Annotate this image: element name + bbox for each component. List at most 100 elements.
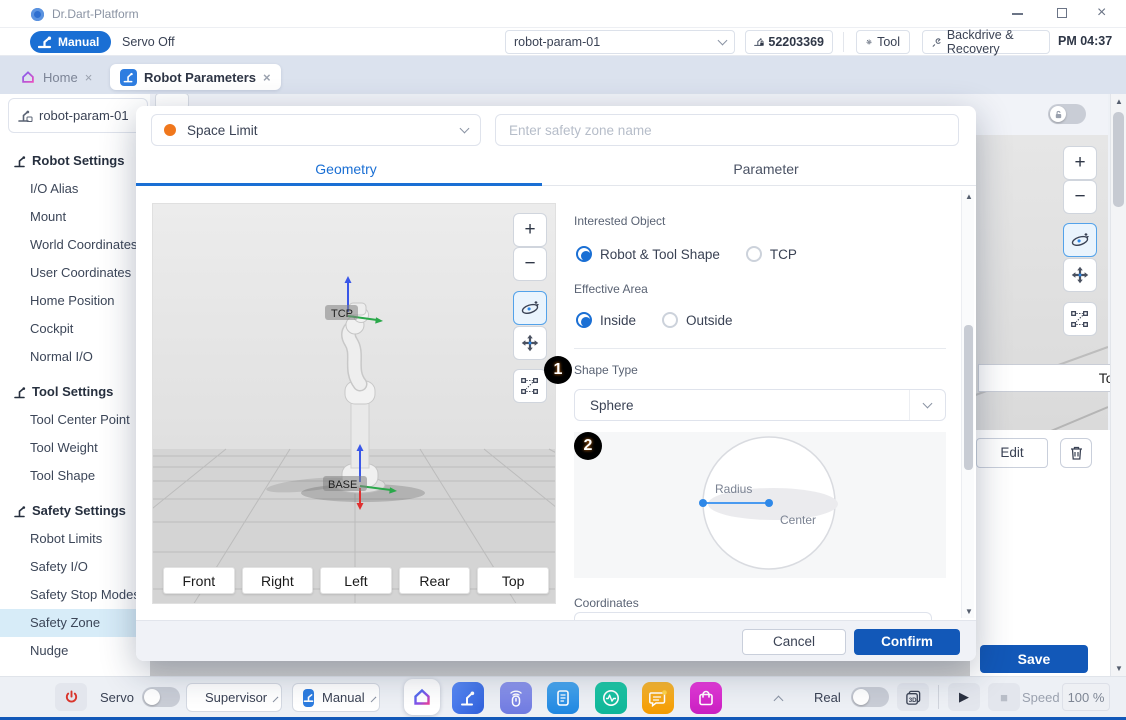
save-button[interactable]: Save	[980, 645, 1088, 673]
tab-parameter[interactable]: Parameter	[556, 154, 976, 184]
dock-divider	[938, 685, 939, 709]
dock-app-task-document[interactable]	[547, 682, 579, 714]
dock-app-message[interactable]	[642, 682, 674, 714]
radio-inside-label: Inside	[600, 313, 636, 328]
tab-robot-parameters-label: Robot Parameters	[144, 70, 256, 85]
operation-mode-select[interactable]: Manual	[292, 683, 380, 712]
sidebar-item-mount[interactable]: Mount	[0, 203, 150, 231]
sidebar-item-normal-io[interactable]: Normal I/O	[0, 343, 150, 371]
sidebar-menu: Robot Settings I/O Alias Mount World Coo…	[0, 140, 150, 665]
zone-name-input[interactable]	[495, 114, 959, 146]
zone-3d-viewport[interactable]: TCP BASE + − Front Right Left Rear To	[152, 203, 556, 604]
scroll-down-icon[interactable]: ▼	[1115, 664, 1123, 673]
delete-button[interactable]	[1060, 438, 1092, 468]
view-left-button[interactable]: Left	[320, 567, 392, 594]
viewer-measure-tool-button[interactable]	[513, 369, 547, 403]
bg-measure-tool-button[interactable]	[1063, 302, 1097, 336]
settings-lock-toggle[interactable]	[1048, 104, 1086, 124]
viewer-zoom-out-button[interactable]: −	[513, 247, 547, 281]
scroll-up-icon[interactable]: ▲	[1115, 97, 1123, 106]
radio-inside[interactable]	[576, 312, 592, 328]
dock-collapse-icon[interactable]	[774, 696, 784, 706]
servo-toggle-knob	[144, 689, 160, 705]
sidebar-item-robot-limits[interactable]: Robot Limits	[0, 525, 150, 553]
dock-app-store[interactable]	[690, 682, 722, 714]
window-maximize-button[interactable]	[1057, 8, 1067, 18]
sidebar-item-world-coordinates[interactable]: World Coordinates	[0, 231, 150, 259]
tool-button[interactable]: Tool	[856, 30, 910, 54]
scroll-up-icon[interactable]: ▲	[965, 192, 973, 201]
real-mode-toggle[interactable]	[851, 687, 889, 707]
stop-button[interactable]: ■	[988, 683, 1020, 711]
sidebar-item-user-coordinates[interactable]: User Coordinates	[0, 259, 150, 287]
play-button[interactable]: ▶	[948, 683, 980, 711]
radio-tcp[interactable]	[746, 246, 762, 262]
tab-geometry[interactable]: Geometry	[136, 154, 556, 184]
power-button[interactable]	[55, 683, 87, 711]
window-close-button[interactable]	[1097, 4, 1106, 22]
coordinates-label: Coordinates	[574, 596, 639, 610]
center-label: Center	[780, 513, 816, 527]
dock-app-robot-settings[interactable]	[452, 682, 484, 714]
shape-type-select[interactable]: Sphere	[574, 389, 946, 421]
viewer-zoom-in-button[interactable]: +	[513, 213, 547, 247]
bg-zoom-out-button[interactable]: −	[1063, 180, 1097, 214]
backdrive-recovery-button[interactable]: Backdrive & Recovery	[922, 30, 1050, 54]
sidebar-param-header[interactable]: robot-param-01	[8, 98, 148, 133]
sidebar-item-tool-shape[interactable]: Tool Shape	[0, 462, 150, 490]
servo-toggle[interactable]	[142, 687, 180, 707]
3d-stack-icon: 3D	[905, 689, 922, 706]
viewer-pan-tool-button[interactable]	[513, 326, 547, 360]
view-front-button[interactable]: Front	[163, 567, 235, 594]
sidebar-item-tool-weight[interactable]: Tool Weight	[0, 434, 150, 462]
sidebar-item-home-position[interactable]: Home Position	[0, 287, 150, 315]
confirm-button[interactable]: Confirm	[854, 629, 960, 655]
radio-robot-tool-shape[interactable]	[576, 246, 592, 262]
dock-app-remote-control[interactable]	[500, 682, 532, 714]
dialog-scrollbar[interactable]: ▲ ▼	[961, 190, 974, 618]
tab-robot-parameters-close-icon[interactable]	[263, 70, 271, 85]
edit-button[interactable]: Edit	[976, 438, 1048, 468]
cancel-button[interactable]: Cancel	[742, 629, 846, 655]
robot-arm-icon	[38, 36, 53, 49]
bg-view-top-button[interactable]: Top	[978, 364, 1126, 392]
robot-serial-badge: 52203369	[745, 30, 833, 54]
app-scrollbar-thumb[interactable]	[1113, 112, 1124, 207]
sidebar-item-tool-center-point[interactable]: Tool Center Point	[0, 406, 150, 434]
viewer-rotate-tool-button[interactable]	[513, 291, 547, 325]
servo-label: Servo	[100, 690, 134, 705]
manual-mode-button[interactable]: Manual	[30, 31, 111, 53]
robot-param-select[interactable]: robot-param-01	[505, 30, 735, 54]
speed-value[interactable]: 100 %	[1062, 683, 1110, 711]
bg-rotate-tool-button[interactable]	[1063, 223, 1097, 257]
section-title: Tool Settings	[32, 378, 113, 406]
zone-type-value: Space Limit	[187, 123, 450, 138]
sidebar-item-safety-io[interactable]: Safety I/O	[0, 553, 150, 581]
sidebar-item-cockpit[interactable]: Cockpit	[0, 315, 150, 343]
robot-arm-app-icon	[459, 690, 477, 707]
simulator-3d-button[interactable]: 3D	[897, 683, 929, 711]
sidebar-item-io-alias[interactable]: I/O Alias	[0, 175, 150, 203]
annotation-badge-2: 2	[574, 432, 602, 460]
tab-robot-parameters[interactable]: Robot Parameters	[110, 64, 281, 90]
sidebar-item-nudge[interactable]: Nudge	[0, 637, 150, 665]
view-rear-button[interactable]: Rear	[399, 567, 471, 594]
zone-type-select[interactable]: Space Limit	[151, 114, 481, 146]
tab-home-close-icon[interactable]	[85, 70, 93, 85]
bg-zoom-in-button[interactable]: +	[1063, 146, 1097, 180]
view-right-button[interactable]: Right	[242, 567, 314, 594]
user-role-select[interactable]: Supervisor	[186, 683, 282, 712]
sidebar-item-safety-zone[interactable]: Safety Zone	[0, 609, 150, 637]
tab-home[interactable]: Home	[10, 64, 102, 90]
scroll-down-icon[interactable]: ▼	[965, 607, 973, 616]
app-scrollbar[interactable]: ▲ ▼	[1110, 94, 1126, 676]
lock-icon	[1050, 106, 1066, 122]
bg-pan-tool-button[interactable]	[1063, 258, 1097, 292]
dialog-scrollbar-thumb[interactable]	[964, 325, 973, 470]
view-top-button[interactable]: Top	[477, 567, 549, 594]
dock-app-home[interactable]	[404, 679, 440, 715]
dock-app-monitoring[interactable]	[595, 682, 627, 714]
window-minimize-button[interactable]	[1012, 13, 1023, 15]
radio-outside[interactable]	[662, 312, 678, 328]
sidebar-item-safety-stop-modes[interactable]: Safety Stop Modes	[0, 581, 150, 609]
